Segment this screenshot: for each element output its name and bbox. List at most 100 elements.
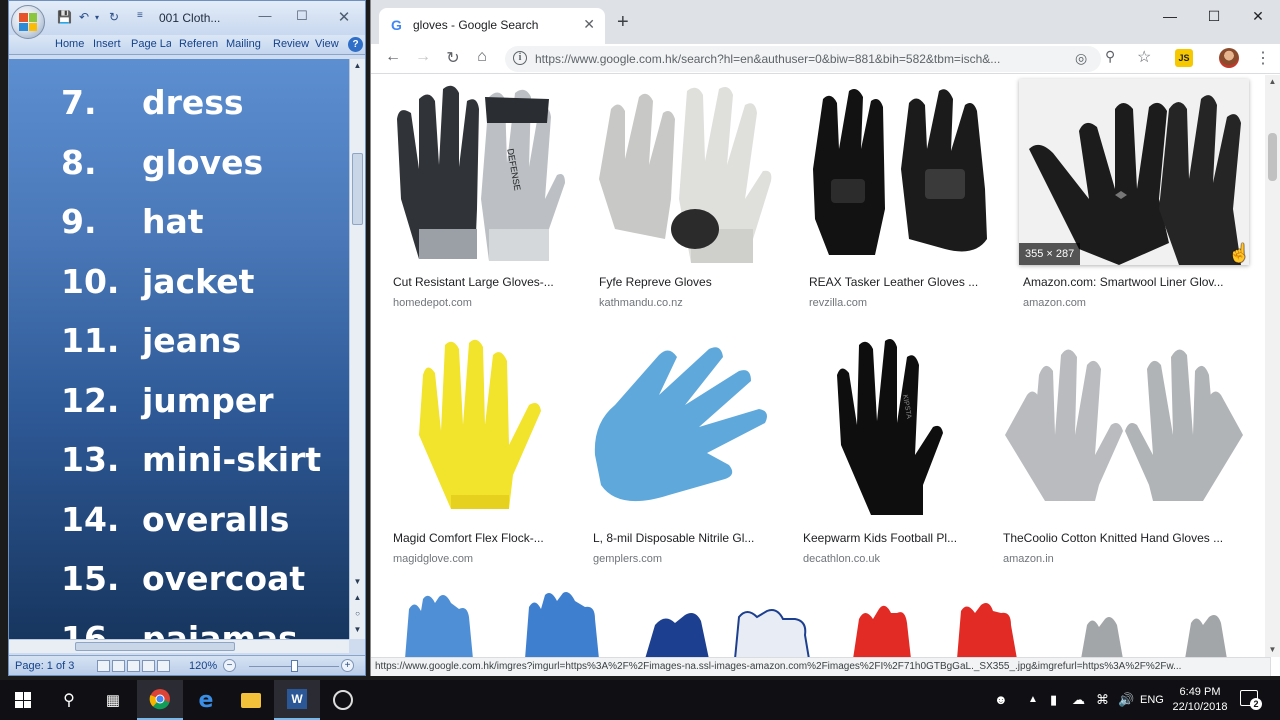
- ribbon-tab-references[interactable]: Referen: [179, 38, 218, 50]
- chrome-close-button[interactable]: ✕: [1243, 8, 1273, 25]
- zoom-slider-knob[interactable]: [291, 660, 298, 672]
- chrome-minimize-button[interactable]: —: [1155, 8, 1185, 24]
- ribbon-tab-mailings[interactable]: Mailing: [226, 38, 261, 50]
- result-thumbnail-hovered[interactable]: 355 × 287: [1019, 79, 1249, 265]
- task-view-button[interactable]: ▦: [90, 680, 136, 720]
- image-result-card[interactable]: TheCoolio Cotton Knitted Hand Gloves ...…: [999, 335, 1249, 567]
- help-icon[interactable]: ?: [348, 37, 363, 52]
- result-source[interactable]: homedepot.com: [393, 297, 472, 309]
- cloud-icon[interactable]: ☁: [1072, 692, 1085, 708]
- result-title[interactable]: REAX Tasker Leather Gloves ...: [809, 275, 993, 289]
- result-source[interactable]: amazon.in: [1003, 553, 1054, 565]
- outline-view-button[interactable]: [142, 660, 155, 672]
- word-scroll-thumb[interactable]: [352, 153, 363, 225]
- next-page-icon[interactable]: ▼: [350, 625, 365, 634]
- image-result-card[interactable]: Fyfe Repreve Gloves kathmandu.co.nz: [595, 79, 779, 311]
- result-source[interactable]: amazon.com: [1023, 297, 1086, 309]
- taskbar-word[interactable]: W: [274, 680, 320, 720]
- image-result-card[interactable]: DEFENSE Cut Resistant Large Gloves-... h…: [389, 79, 571, 311]
- page-scroll-down-icon[interactable]: ▼: [1265, 645, 1280, 654]
- ribbon-tab-page-layout[interactable]: Page Lay: [131, 38, 171, 50]
- print-layout-view-button[interactable]: [97, 660, 110, 672]
- forward-icon[interactable]: →: [413, 48, 433, 66]
- result-title[interactable]: Keepwarm Kids Football Pl...: [803, 531, 973, 545]
- page-count[interactable]: Page: 1 of 3: [15, 660, 74, 672]
- people-icon[interactable]: ☻: [994, 692, 1008, 707]
- tab-close-icon[interactable]: ✕: [583, 16, 595, 33]
- image-result-card[interactable]: 355 × 287 Amazon.com: Smartwool Liner Gl…: [1019, 79, 1249, 311]
- result-title[interactable]: Amazon.com: Smartwool Liner Glov...: [1023, 275, 1249, 289]
- image-result-card[interactable]: Magid Comfort Flex Flock-... magidglove.…: [389, 335, 565, 567]
- image-result-card[interactable]: [389, 589, 609, 657]
- page-scrollbar[interactable]: ▲ ▼: [1265, 75, 1280, 657]
- zoom-icon[interactable]: ⚲: [1105, 48, 1115, 65]
- web-layout-view-button[interactable]: [127, 660, 140, 672]
- zoom-level[interactable]: 120%: [189, 660, 217, 672]
- zoom-out-button[interactable]: −: [223, 659, 236, 672]
- result-title[interactable]: L, 8-mil Disposable Nitrile Gl...: [593, 531, 773, 545]
- word-horizontal-scrollbar[interactable]: [9, 639, 349, 653]
- save-icon[interactable]: 💾: [57, 10, 72, 24]
- word-close-button[interactable]: ✕: [333, 8, 355, 26]
- battery-icon[interactable]: ▮: [1050, 692, 1057, 708]
- document-page[interactable]: 7. dress 8. gloves 9. hat 10. jacket 11. jean…: [9, 59, 349, 639]
- redo-icon[interactable]: ↻: [109, 10, 119, 24]
- result-thumbnail[interactable]: KIPSTA: [799, 335, 975, 521]
- bookmark-star-icon[interactable]: ☆: [1137, 47, 1151, 67]
- scroll-up-icon[interactable]: ▲: [350, 61, 365, 70]
- result-title[interactable]: Magid Comfort Flex Flock-...: [393, 531, 563, 545]
- result-thumbnail[interactable]: [999, 335, 1249, 521]
- home-icon[interactable]: ⌂: [472, 48, 492, 66]
- previous-page-icon[interactable]: ▲: [350, 593, 365, 602]
- result-source[interactable]: kathmandu.co.nz: [599, 297, 683, 309]
- draft-view-button[interactable]: [157, 660, 170, 672]
- location-icon[interactable]: ◎: [1075, 50, 1087, 67]
- full-screen-view-button[interactable]: [112, 660, 125, 672]
- image-result-card[interactable]: [1061, 589, 1249, 657]
- result-thumbnail[interactable]: DEFENSE: [389, 79, 571, 265]
- image-result-card[interactable]: KIPSTA Keepwarm Kids Football Pl... deca…: [799, 335, 975, 567]
- word-minimize-button[interactable]: —: [254, 8, 276, 23]
- profile-avatar[interactable]: [1219, 48, 1239, 68]
- undo-dropdown-icon[interactable]: ▾: [95, 13, 99, 22]
- word-maximize-button[interactable]: ☐: [291, 8, 313, 24]
- show-hidden-icons[interactable]: ▲: [1028, 694, 1038, 705]
- result-source[interactable]: gemplers.com: [593, 553, 662, 565]
- result-source[interactable]: magidglove.com: [393, 553, 473, 565]
- result-thumbnail[interactable]: [805, 79, 995, 265]
- extension-icon[interactable]: JS: [1175, 49, 1193, 67]
- chrome-menu-icon[interactable]: ⋮: [1255, 48, 1271, 68]
- clock[interactable]: 6:49 PM 22/10/2018: [1166, 685, 1234, 715]
- site-info-icon[interactable]: i: [513, 51, 527, 65]
- ribbon-tab-review[interactable]: Review: [273, 38, 309, 50]
- result-source[interactable]: decathlon.co.uk: [803, 553, 880, 565]
- office-button[interactable]: [11, 5, 45, 39]
- zoom-in-button[interactable]: +: [341, 659, 354, 672]
- wifi-icon[interactable]: ⌘: [1096, 692, 1109, 708]
- word-hscroll-thumb[interactable]: [75, 642, 235, 651]
- page-scroll-up-icon[interactable]: ▲: [1265, 77, 1280, 86]
- word-vertical-scrollbar[interactable]: ▲ ▼ ▲ ○ ▼: [349, 59, 365, 639]
- taskbar-file-explorer[interactable]: [228, 680, 274, 720]
- select-browse-object-icon[interactable]: ○: [350, 609, 365, 618]
- image-result-card[interactable]: L, 8-mil Disposable Nitrile Gl... gemple…: [589, 335, 775, 567]
- new-tab-button[interactable]: +: [617, 12, 629, 32]
- result-thumbnail[interactable]: [389, 335, 565, 521]
- result-thumbnail[interactable]: [595, 79, 779, 265]
- url-text[interactable]: https://www.google.com.hk/search?hl=en&a…: [535, 52, 1065, 66]
- search-button[interactable]: ⚲: [46, 680, 92, 720]
- customize-qat-icon[interactable]: ≡: [137, 10, 143, 21]
- result-title[interactable]: Fyfe Repreve Gloves: [599, 275, 777, 289]
- image-result-card[interactable]: [845, 589, 1041, 657]
- reload-icon[interactable]: ↻: [443, 48, 463, 68]
- back-icon[interactable]: ←: [383, 48, 403, 66]
- chrome-maximize-button[interactable]: ☐: [1199, 8, 1229, 25]
- scroll-down-icon[interactable]: ▼: [350, 577, 365, 586]
- ribbon-tab-home[interactable]: Home: [55, 38, 84, 50]
- image-result-card[interactable]: [635, 589, 819, 657]
- result-source[interactable]: revzilla.com: [809, 297, 867, 309]
- language-indicator[interactable]: ENG: [1140, 694, 1164, 706]
- start-button[interactable]: [0, 680, 46, 720]
- image-result-card[interactable]: REAX Tasker Leather Gloves ... revzilla.…: [805, 79, 995, 311]
- ribbon-tab-view[interactable]: View: [315, 38, 339, 50]
